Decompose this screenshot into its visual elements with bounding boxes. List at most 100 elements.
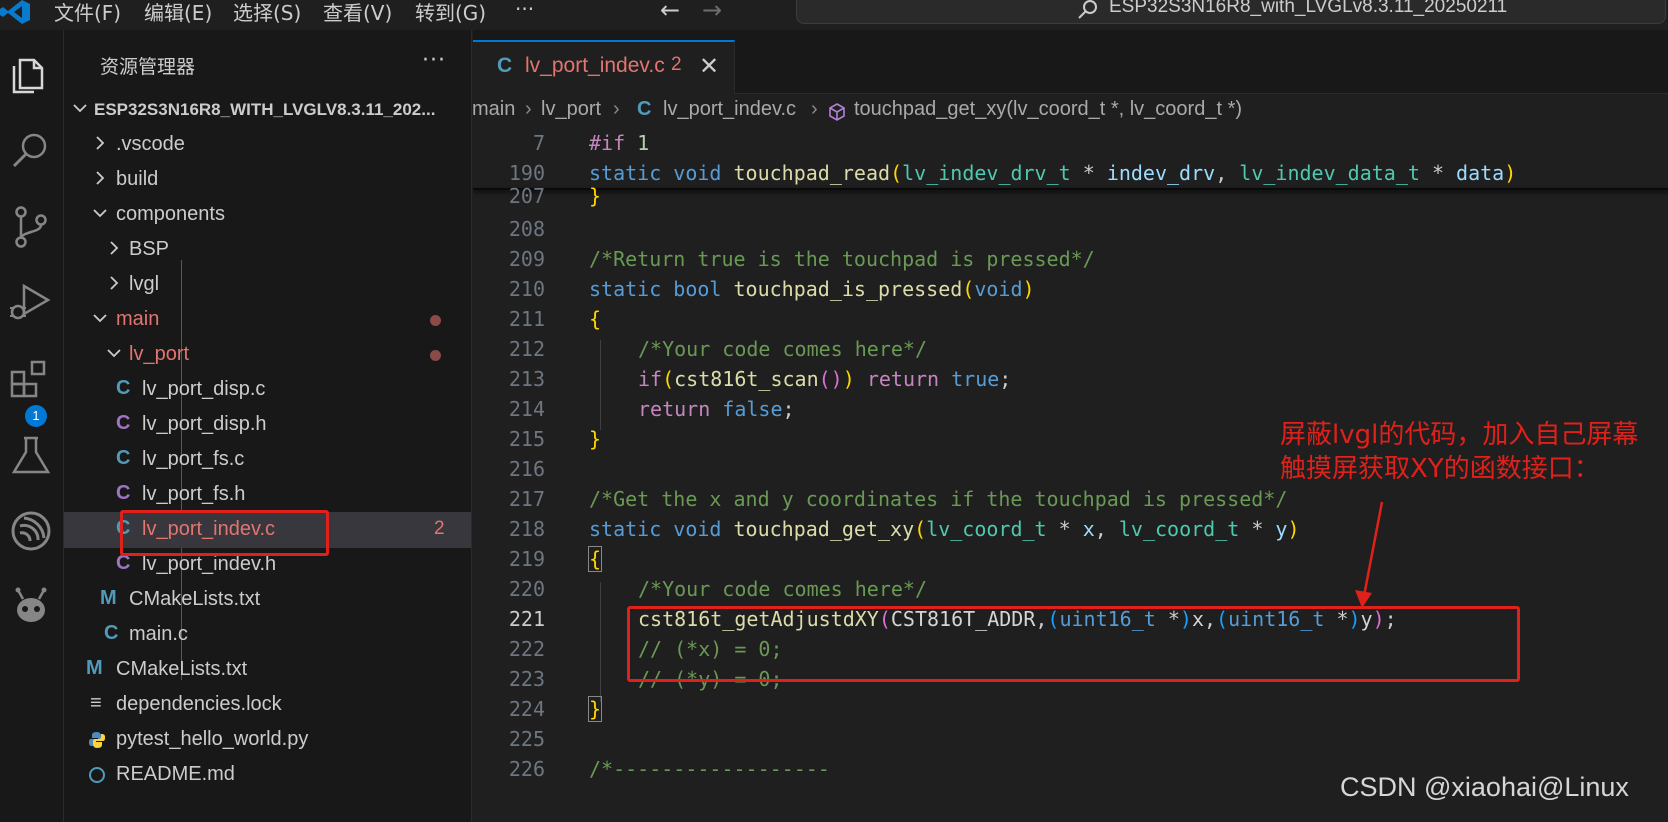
line-number: 219 (508, 547, 545, 571)
breadcrumb-item[interactable]: lv_port_indev.c (663, 98, 796, 121)
search-icon[interactable] (6, 126, 56, 176)
line-number: 211 (508, 307, 545, 331)
close-icon[interactable]: ✕ (699, 52, 719, 80)
code-token: void (673, 161, 722, 185)
tree-item-lvgl[interactable]: lvgl (64, 267, 471, 303)
code-line: 209 /*Return true is the touchpad is pre… (473, 244, 1668, 274)
c-file-icon: C (116, 377, 131, 399)
line-number: 208 (508, 217, 545, 241)
cmake-file-icon: M (86, 657, 103, 679)
tree-item-label: CMakeLists.txt (116, 658, 248, 680)
workspace-title: ESP32S3N16R8_with_LVGLv8.3.11_20250211 (1109, 0, 1508, 17)
tree-item-lv-port-fs-c[interactable]: C lv_port_fs.c (64, 442, 471, 478)
title-bar: 文件(F) 编辑(E) 选择(S) 查看(V) 转到(G) ··· ← → ES… (0, 0, 1668, 28)
source-control-icon[interactable] (6, 202, 56, 252)
chevron-right-icon: › (525, 98, 532, 120)
tree-item-main-c[interactable]: C main.c (64, 617, 471, 653)
tree-item-dependencies-lock[interactable]: ≡ dependencies.lock (64, 687, 471, 723)
code-token: #if (589, 131, 626, 155)
platformio-alien-icon[interactable] (6, 582, 56, 632)
annotation-box-code (627, 606, 1520, 682)
back-arrow-icon[interactable]: ← (660, 0, 680, 24)
tree-item-label: lvgl (129, 273, 160, 295)
menu-selection[interactable]: 选择(S) (233, 0, 301, 26)
more-actions-icon[interactable]: ··· (422, 48, 446, 73)
explorer-sidebar: 资源管理器 ··· ESP32S3N16R8_WITH_LVGLV8.3.11_… (64, 30, 472, 822)
code-line: 213 if(cst816t_scan()) return true; (473, 364, 1668, 394)
tree-item-lv-port-fs-h[interactable]: C lv_port_fs.h (64, 477, 471, 513)
line-number: 217 (508, 487, 545, 511)
code-comment: /*Return true is the touchpad is pressed… (589, 247, 1095, 271)
code-token: lv_coord_t (1118, 517, 1240, 541)
tree-item-cmakelists-root[interactable]: M CMakeLists.txt (64, 652, 471, 688)
menu-more[interactable]: ··· (515, 0, 534, 21)
code-line: 217 /*Get the x and y coordinates if the… (473, 484, 1668, 514)
tree-root-folder[interactable]: ESP32S3N16R8_WITH_LVGLV8.3.11_202... (64, 92, 471, 128)
command-center-search[interactable]: ESP32S3N16R8_with_LVGLv8.3.11_20250211 (796, 0, 1666, 24)
tree-item-pytest[interactable]: pytest_hello_world.py (64, 722, 471, 758)
cmake-file-icon: M (100, 587, 117, 609)
breadcrumb-item[interactable]: main (472, 98, 515, 121)
menu-go[interactable]: 转到(G) (415, 0, 486, 26)
menu-view[interactable]: 查看(V) (323, 0, 392, 26)
line-number: 222 (508, 637, 545, 661)
tree-item-readme[interactable]: README.md (64, 757, 471, 793)
method-cube-icon (829, 103, 845, 121)
tree-item-cmakelists-main[interactable]: M CMakeLists.txt (64, 582, 471, 618)
code-token: { (587, 546, 603, 572)
annotation-text: 屏蔽lvgl的代码，加入自己屏幕触摸屏获取XY的函数接口： (1280, 420, 1639, 484)
chevron-right-icon (96, 171, 105, 185)
menu-file[interactable]: 文件(F) (54, 0, 121, 26)
code-token: 1 (637, 131, 650, 155)
code-token: lv_coord_t (926, 517, 1047, 541)
tab-problem-count: 2 (671, 54, 682, 75)
tree-item-bsp[interactable]: BSP (64, 232, 471, 268)
forward-arrow-icon[interactable]: → (702, 0, 722, 24)
tree-item-label: lv_port_indev.h (142, 553, 277, 575)
csdn-watermark: CSDN @xiaohai@Linux (1340, 772, 1629, 802)
chevron-right-icon (110, 241, 119, 255)
tree-item-lv-port[interactable]: lv_port (64, 337, 471, 373)
tree-item-label: BSP (129, 238, 170, 260)
code-comment: /*Your code comes here*/ (638, 337, 927, 361)
line-number: 212 (508, 337, 545, 361)
chevron-down-icon (93, 209, 107, 218)
tree-item-build[interactable]: build (64, 162, 471, 198)
code-token: cst816t_scan (674, 367, 819, 391)
line-number: 207 (508, 184, 545, 208)
tree-item-lv-port-disp-h[interactable]: C lv_port_disp.h (64, 407, 471, 443)
line-number: 224 (508, 697, 545, 721)
run-debug-icon[interactable] (6, 278, 56, 328)
tree-item-label: dependencies.lock (116, 693, 282, 715)
editor-tab-bar: C lv_port_indev.c 2 ✕ (473, 30, 1668, 94)
line-number: 221 (508, 607, 545, 631)
code-line: 208 (473, 214, 1668, 244)
c-file-icon: C (116, 447, 131, 469)
tree-item-main[interactable]: main (64, 302, 471, 338)
python-file-icon (89, 732, 105, 748)
tab-lv-port-indev-c[interactable]: C lv_port_indev.c 2 ✕ (473, 40, 735, 94)
explorer-icon[interactable] (6, 50, 56, 100)
code-token: y (1275, 517, 1288, 541)
code-token: } (587, 696, 603, 722)
tree-item-lv-port-disp-c[interactable]: C lv_port_disp.c (64, 372, 471, 408)
breadcrumb-item[interactable]: lv_port (541, 98, 601, 121)
code-token: lv_indev_drv_t (902, 161, 1071, 185)
testing-flask-icon[interactable] (6, 430, 56, 480)
breadcrumb-item[interactable]: touchpad_get_xy(lv_coord_t *, lv_coord_t… (854, 98, 1242, 121)
code-token: touchpad_read (733, 161, 891, 185)
code-line: 190 static void touchpad_read(lv_indev_d… (473, 158, 1668, 188)
code-token: bool (673, 277, 722, 301)
line-number: 220 (508, 577, 545, 601)
code-line: 225 (473, 724, 1668, 754)
extensions-icon[interactable] (6, 354, 56, 404)
tree-item-components[interactable]: components (64, 197, 471, 233)
espressif-icon[interactable] (6, 506, 56, 556)
tab-label: lv_port_indev.c (525, 54, 665, 77)
code-token: { (589, 307, 602, 331)
info-icon (89, 767, 105, 783)
tree-item-label: .vscode (116, 133, 185, 155)
tree-item-vscode[interactable]: .vscode (64, 127, 471, 163)
menu-edit[interactable]: 编辑(E) (144, 0, 212, 26)
code-token: } (589, 427, 602, 451)
